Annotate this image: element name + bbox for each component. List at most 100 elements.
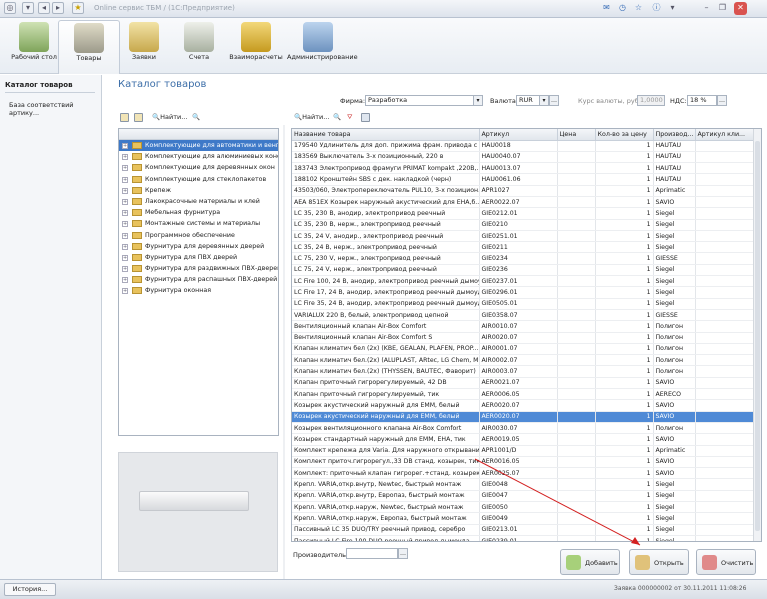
favorites-star-icon[interactable]: ★ — [72, 2, 84, 14]
expand-icon[interactable]: + — [122, 187, 128, 194]
expand-icon[interactable]: + — [122, 221, 128, 228]
expand-icon[interactable]: + — [122, 277, 128, 284]
grid-find-button[interactable]: 🔍Найти... — [294, 112, 329, 123]
table-row[interactable]: 179540 Удлинитель для доп. прижима фрам.… — [292, 140, 755, 152]
table-row[interactable]: Вентиляционный клапан Air-Box Comfort AIR… — [292, 320, 755, 333]
expand-icon[interactable]: + — [122, 288, 128, 295]
splitter[interactable] — [283, 125, 285, 585]
table-row[interactable]: 183743 Электропривод фрамуги PRIMAT komp… — [292, 162, 755, 175]
app-menu-icon[interactable]: ◎ — [4, 2, 16, 14]
tree-item[interactable]: + Фурнитура для раздвижных ПВХ-дверей — [119, 263, 278, 274]
table-row[interactable]: LC Fire 35, 24 В, анодир, электропривод … — [292, 298, 755, 310]
table-row[interactable]: 183569 Выключатель 3-х позиционный, 220 … — [292, 151, 755, 164]
table-row[interactable]: VARIALUX 220 В, белый, электропривод цеп… — [292, 309, 755, 322]
tree-cancel-search-icon[interactable]: 🔍 — [192, 112, 200, 123]
nav-item-article-matching[interactable]: База соответствий артику... — [9, 101, 101, 117]
menu-icon[interactable]: ▾ — [666, 2, 679, 15]
tree-item[interactable]: + Лакокрасочные материалы и клей — [119, 196, 278, 207]
expand-icon[interactable]: + — [122, 143, 128, 149]
expand-icon[interactable]: + — [122, 154, 128, 161]
table-row[interactable]: LC Fire 100, 24 В, анодир, электропривод… — [292, 275, 755, 288]
table-row[interactable]: Клапан приточный гигрорегулируемый, тик A… — [292, 388, 755, 401]
table-row[interactable]: LC 35, 230 В, анодир, электропривод рееч… — [292, 207, 755, 220]
copy-icon[interactable] — [361, 113, 370, 122]
tree-item[interactable]: + Фурнитура для деревянных дверей — [119, 241, 278, 252]
column-header[interactable]: Артикул — [479, 129, 558, 141]
expand-icon[interactable]: + — [122, 198, 128, 205]
table-scrollbar[interactable] — [753, 129, 761, 541]
vat-select-button[interactable]: … — [717, 95, 727, 106]
folder-level-icon[interactable] — [134, 113, 143, 122]
tree-item[interactable]: + Фурнитура для ПВХ дверей — [119, 252, 278, 263]
table-row[interactable]: AEA 851EX Козырек наружный акустический … — [292, 196, 755, 209]
dropdown-icon[interactable]: ▾ — [22, 2, 34, 14]
history-button[interactable]: История... — [4, 583, 56, 596]
clear-button[interactable]: Очистить — [696, 549, 756, 575]
column-header[interactable]: Производ... — [653, 129, 696, 141]
expand-icon[interactable]: + — [122, 210, 128, 217]
close-icon[interactable]: ✕ — [734, 2, 747, 15]
table-row[interactable]: LC 75, 24 V, нерж., электропривод реечны… — [292, 264, 755, 277]
info-icon[interactable]: ⓘ — [650, 2, 663, 15]
filter-off-icon[interactable]: ⛛ — [347, 112, 352, 123]
table-row[interactable]: Комплект: приточный клапан гигрорег.+ста… — [292, 467, 755, 480]
column-header[interactable]: Цена — [557, 129, 596, 141]
table-row[interactable]: LC Fire 17, 24 В, анодир, электропривод … — [292, 286, 755, 299]
tree-item[interactable]: + Программное обеспечение — [119, 230, 278, 241]
table-row[interactable]: Крепл. VARIA,откр.внутр, Newtec, быстрый… — [292, 478, 755, 491]
table-row[interactable]: Крепл. VARIA,откр.наруж, Newtec, быстрый… — [292, 501, 755, 514]
section-orders[interactable]: Заявки — [113, 20, 175, 72]
table-row[interactable]: Козырек стандартный наружный для EMM, EH… — [292, 433, 755, 446]
back-icon[interactable]: ◂ — [38, 2, 50, 14]
tree-item[interactable]: + Комплектующие для деревянных окон — [119, 162, 278, 173]
tree-item[interactable]: + Крепеж — [119, 185, 278, 196]
expand-icon[interactable]: + — [122, 232, 128, 239]
section-administration[interactable]: Администрирование — [287, 20, 358, 72]
column-header[interactable]: Кол-во за цену — [595, 129, 654, 141]
column-header[interactable]: Артикул кли... — [695, 129, 755, 141]
section-invoices[interactable]: Счета — [168, 20, 230, 72]
table-row[interactable]: Вентиляционный клапан Air-Box Comfort SA… — [292, 332, 755, 344]
open-button[interactable]: Открыть — [629, 549, 689, 575]
vat-field[interactable]: 18 % — [687, 95, 717, 106]
cancel-search-icon[interactable]: 🔍 — [333, 112, 341, 123]
tree-item[interactable]: + Монтажные системы и материалы — [119, 218, 278, 229]
firm-field[interactable]: Разработка — [365, 95, 483, 106]
tree-item[interactable]: + Фурнитура для распашных ПВХ-дверей — [119, 274, 278, 285]
scroll-thumb[interactable] — [755, 141, 760, 531]
tree-item[interactable]: + Комплектующие для стеклопакетов — [119, 174, 278, 185]
minimize-icon[interactable]: – — [700, 2, 713, 15]
currency-dropdown-button[interactable]: ▾ — [539, 95, 549, 106]
section-desktop[interactable]: Рабочий стол — [3, 20, 65, 72]
table-row[interactable]: LC 35, 24 В, нерж., электропривод реечны… — [292, 241, 755, 254]
section-settlements[interactable]: Взаиморасчеты — [225, 20, 287, 72]
add-button[interactable]: Добавить — [560, 549, 620, 575]
tree-item[interactable]: + Комплектующие для автоматики и венг... — [119, 140, 278, 152]
nav-heading[interactable]: Каталог товаров — [5, 81, 73, 89]
table-row[interactable]: 43503/060, Электропереключатель PUL10, 3… — [292, 185, 755, 197]
expand-icon[interactable]: + — [122, 266, 128, 273]
firm-dropdown-button[interactable]: ▾ — [473, 95, 483, 106]
restore-icon[interactable]: ❐ — [716, 2, 729, 15]
table-row[interactable]: Клапан приточный гигрорегулируемый, 42 D… — [292, 377, 755, 390]
table-row[interactable]: Козырек акустический наружный для EMM, б… — [292, 399, 755, 412]
table-row[interactable]: Козырек вентиляционного клапана Air-Box … — [292, 422, 755, 435]
table-row[interactable]: Клапан климатич бел (2х) (KBE, GEALAN, P… — [292, 343, 755, 356]
attach-icon[interactable]: ✉ — [600, 2, 613, 15]
forward-icon[interactable]: ▸ — [52, 2, 64, 14]
table-row[interactable]: Козырек акустический наружный для EMM, б… — [292, 411, 755, 423]
table-row[interactable]: LC 35, 230 В, нерж., электропривод реечн… — [292, 219, 755, 231]
section-goods[interactable]: Товары — [58, 20, 120, 74]
table-row[interactable]: Клапан климатич бел.(2х) (ALUPLAST, ARte… — [292, 354, 755, 367]
currency-field[interactable]: RUR — [516, 95, 540, 106]
tree-item[interactable]: + Мебельная фурнитура — [119, 207, 278, 218]
favorites-icon[interactable]: ☆ — [632, 2, 645, 15]
producer-field[interactable] — [346, 548, 398, 559]
table-row[interactable]: Комплект крепежа для Varia. Для наружног… — [292, 445, 755, 457]
currency-select-button[interactable]: … — [549, 95, 559, 106]
tree-item[interactable]: + Комплектующие для алюминиевых конс... — [119, 151, 278, 162]
folder-up-icon[interactable] — [120, 113, 129, 122]
table-row[interactable]: Крепл. VARIA,откр.внутр, Европаз, быстры… — [292, 490, 755, 503]
table-row[interactable]: Пассивный LC Fire 100 DUO реечный привод… — [292, 535, 755, 541]
table-row[interactable]: Комплект приточ.гигрорегул.,33 DB станд.… — [292, 456, 755, 469]
